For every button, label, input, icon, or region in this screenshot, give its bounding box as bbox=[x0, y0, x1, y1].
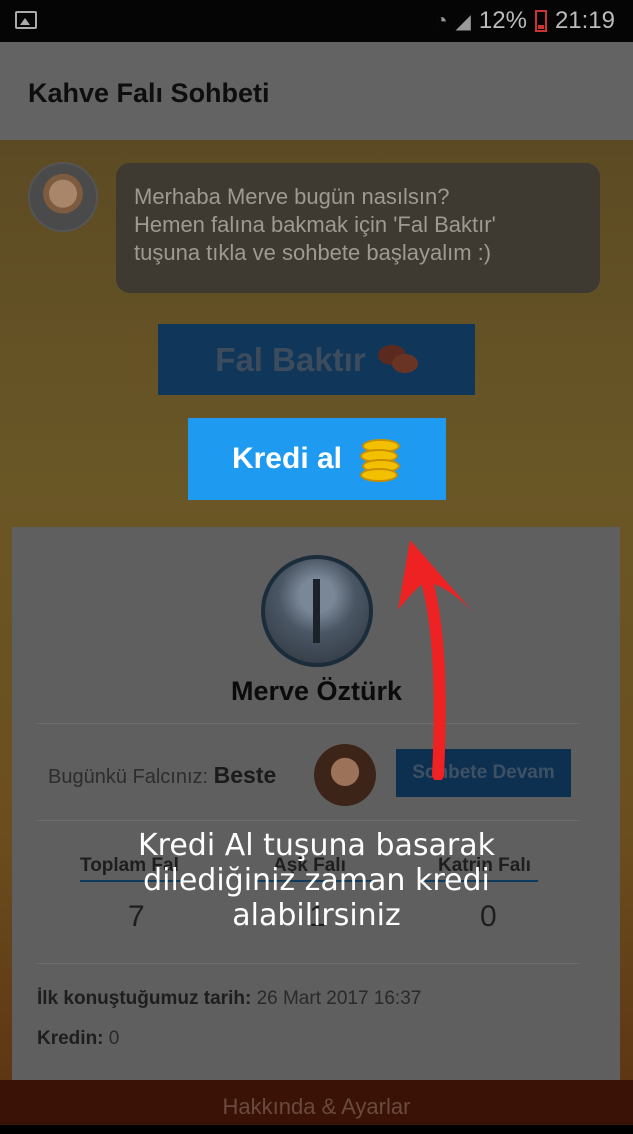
falci-avatar bbox=[314, 744, 376, 806]
pointer-arrow bbox=[398, 540, 480, 780]
image-icon bbox=[15, 11, 37, 29]
divider bbox=[37, 963, 580, 964]
first-chat-date: 26 Mart 2017 16:37 bbox=[256, 988, 422, 1009]
chat-bubbles-icon bbox=[377, 344, 418, 375]
tutorial-line: dilediğiniz zaman kredi bbox=[143, 863, 490, 898]
fortune-teller-avatar bbox=[28, 162, 98, 232]
kredi-al-button[interactable]: Kredi al bbox=[188, 418, 446, 500]
tutorial-line: Kredi Al tuşuna basarak bbox=[138, 828, 495, 863]
falci-label-row: Bugünkü Falcınız: Beste bbox=[48, 762, 276, 789]
chat-line: Merhaba Merve bugün nasılsın? bbox=[134, 184, 450, 209]
chat-line: Hemen falına bakmak için 'Fal Baktır' bbox=[134, 212, 496, 237]
signal-icon: ◢ bbox=[455, 10, 471, 33]
tutorial-line: alabilirsiniz bbox=[232, 898, 401, 933]
battery-percent: 12% bbox=[478, 7, 527, 34]
falci-name: Beste bbox=[213, 762, 277, 788]
tutorial-text: Kredi Al tuşuna basarak dilediğiniz zama… bbox=[60, 828, 573, 933]
kredi-al-label: Kredi al bbox=[231, 442, 343, 475]
about-settings-button[interactable]: Hakkında & Ayarlar bbox=[0, 1080, 633, 1125]
profile-photo[interactable] bbox=[261, 555, 373, 667]
fal-baktir-label: Fal Baktır bbox=[215, 340, 366, 378]
app-title: Kahve Falı Sohbeti bbox=[28, 78, 270, 108]
chat-bubble: Merhaba Merve bugün nasılsın? Hemen falı… bbox=[116, 163, 600, 293]
chat-line: tuşuna tıkla ve sohbete başlayalım :) bbox=[134, 240, 492, 265]
clock: 21:19 bbox=[554, 7, 615, 34]
divider bbox=[37, 820, 580, 821]
app-bar: Kahve Falı Sohbeti bbox=[0, 42, 633, 140]
first-chat-info: İlk konuştuğumuz tarih: 26 Mart 2017 16:… bbox=[37, 988, 421, 1010]
status-right: ◔ ◢ 12% 21:19 bbox=[435, 7, 615, 35]
falci-label: Bugünkü Falcınız: bbox=[48, 766, 209, 788]
battery-icon bbox=[534, 10, 547, 32]
status-bar: ◔ ◢ 12% 21:19 bbox=[0, 0, 633, 42]
credit-value: 0 bbox=[108, 1028, 120, 1049]
credit-label: Kredin: bbox=[37, 1028, 104, 1049]
fal-baktir-button[interactable]: Fal Baktır bbox=[158, 324, 475, 395]
first-chat-label: İlk konuştuğumuz tarih: bbox=[37, 988, 252, 1009]
profile-name: Merve Öztürk bbox=[230, 676, 403, 706]
wifi-icon: ◔ bbox=[435, 9, 448, 32]
coins-icon bbox=[358, 437, 402, 482]
credit-info: Kredin: 0 bbox=[37, 1028, 119, 1050]
